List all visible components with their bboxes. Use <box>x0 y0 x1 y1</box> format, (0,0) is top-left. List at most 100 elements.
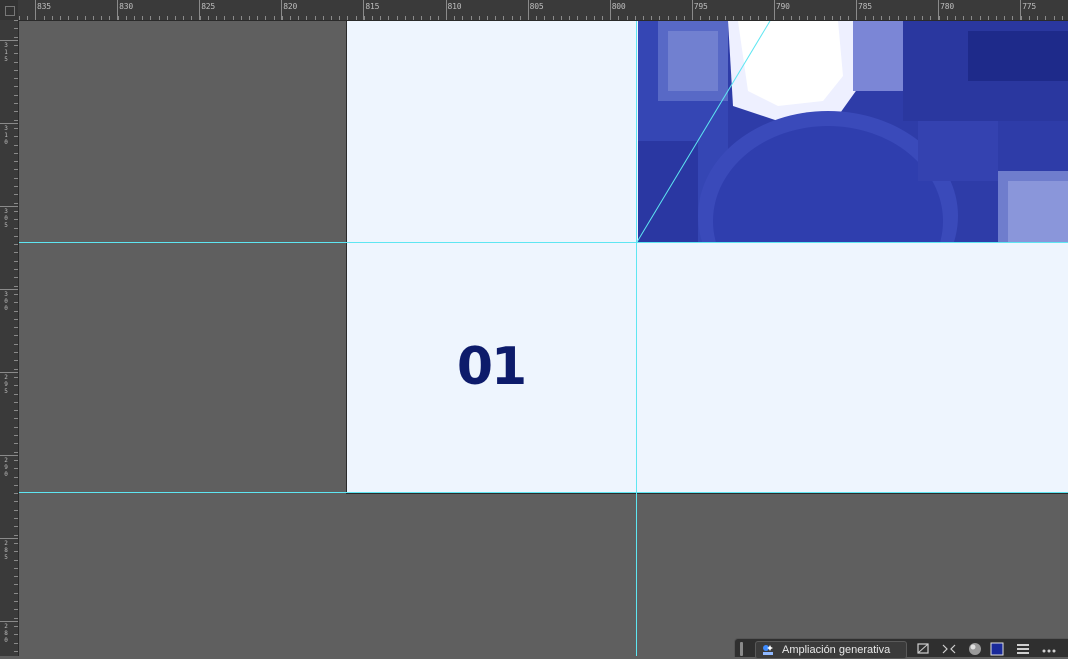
ruler-tick <box>618 16 620 20</box>
ruler-tick <box>14 468 18 470</box>
ruler-major-tick <box>0 206 18 207</box>
ruler-tick <box>954 16 956 20</box>
ruler-tick <box>14 376 18 378</box>
ruler-major-tick <box>938 0 940 20</box>
ruler-tick <box>216 16 217 20</box>
ruler-tick <box>14 335 18 337</box>
ruler-tick <box>14 443 18 445</box>
more-icon[interactable] <box>1041 642 1057 656</box>
ruler-tick <box>14 617 18 619</box>
menu-icon[interactable] <box>1015 642 1031 656</box>
ruler-major-tick <box>0 538 18 539</box>
ruler-tick <box>1028 16 1030 20</box>
ruler-tick <box>14 53 18 55</box>
ruler-tick <box>14 227 18 229</box>
ruler-tick <box>14 136 18 138</box>
ruler-tick <box>314 16 316 20</box>
ruler-tick <box>142 16 144 20</box>
ruler-tick <box>14 318 18 320</box>
ruler-tick <box>700 16 702 20</box>
ruler-tick <box>503 16 505 20</box>
ruler-tick <box>14 625 18 627</box>
ruler-tick <box>14 418 18 420</box>
ruler-tick <box>14 410 18 412</box>
ruler-tick <box>14 401 18 403</box>
transform-icon[interactable] <box>941 642 957 656</box>
ruler-tick <box>14 252 18 254</box>
task-bar-drag-handle[interactable] <box>740 642 743 656</box>
ruler-tick <box>1004 16 1006 20</box>
ruler-label: 805 <box>529 2 544 11</box>
ruler-major-tick <box>527 0 529 20</box>
ruler-tick <box>766 16 768 20</box>
ruler-tick <box>14 650 18 652</box>
ruler-tick <box>273 16 275 20</box>
ruler-tick <box>454 16 456 20</box>
ruler-tick <box>14 269 18 270</box>
ruler-tick <box>14 202 18 204</box>
ruler-tick <box>799 16 800 20</box>
ruler-major-tick <box>0 40 18 41</box>
crop-icon[interactable] <box>915 642 931 656</box>
ruler-tick <box>14 169 18 171</box>
generative-expand-button[interactable]: Ampliación generativa <box>755 641 907 659</box>
ruler-tick <box>14 127 18 129</box>
ruler-tick <box>14 592 18 594</box>
color-swatch-icon[interactable] <box>989 642 1005 656</box>
ruler-label: 830 <box>119 2 133 11</box>
ruler-tick <box>380 16 382 20</box>
ruler-tick <box>101 16 103 20</box>
ruler-tick <box>322 16 324 20</box>
ruler-tick <box>14 551 18 553</box>
ruler-label: 2 9 5 <box>4 374 8 395</box>
ruler-tick <box>536 16 538 20</box>
ruler-tick <box>437 16 439 20</box>
ruler-tick <box>150 16 152 20</box>
ruler-tick <box>14 567 18 569</box>
ruler-tick <box>14 111 18 113</box>
ruler-tick <box>14 119 18 121</box>
ruler-tick <box>19 16 20 20</box>
ruler-tick <box>963 16 965 20</box>
ruler-tick <box>109 16 111 20</box>
ruler-major-tick <box>609 0 611 20</box>
ruler-origin-corner[interactable] <box>0 0 18 20</box>
ruler-tick <box>306 16 308 20</box>
ruler-tick <box>905 16 907 20</box>
ruler-tick <box>971 16 973 20</box>
ruler-tick <box>14 235 18 237</box>
ruler-tick <box>716 16 718 20</box>
ruler-tick <box>872 16 874 20</box>
ruler-tick <box>232 16 234 20</box>
ruler-tick <box>626 16 628 20</box>
ruler-tick <box>725 16 727 20</box>
ruler-tick <box>14 634 18 636</box>
contextual-task-bar[interactable]: Ampliación generativa <box>734 638 1068 659</box>
ruler-tick <box>511 16 513 20</box>
ruler-tick <box>14 393 18 395</box>
ruler-tick <box>421 16 423 20</box>
horizontal-ruler[interactable]: 835 830 825 820 815 810 805 800 795 790 785 780 775 <box>0 0 1068 21</box>
ruler-tick <box>913 16 915 20</box>
vertical-ruler[interactable]: 3 1 5 3 1 0 3 0 5 3 0 0 2 9 5 2 9 0 2 8 5 2 8 0 <box>0 20 19 656</box>
step-number-text[interactable]: 01 <box>346 337 636 397</box>
ruler-tick <box>133 16 135 20</box>
ruler-origin-icon <box>5 6 15 16</box>
ruler-tick <box>708 16 710 20</box>
ruler-tick <box>125 16 127 20</box>
ruler-label: 790 <box>775 2 790 11</box>
ruler-tick <box>339 16 341 20</box>
ruler-tick <box>14 61 18 63</box>
ruler-tick <box>14 186 18 187</box>
ruler-tick <box>684 16 685 20</box>
sphere-icon[interactable] <box>967 642 983 656</box>
ruler-tick <box>14 144 18 146</box>
ruler-label: 780 <box>940 2 954 11</box>
ruler-tick <box>889 16 891 20</box>
ruler-tick <box>14 103 18 104</box>
ruler-tick <box>749 16 751 20</box>
ruler-tick <box>667 16 669 20</box>
ruler-tick <box>560 16 562 20</box>
ruler-tick <box>651 16 653 20</box>
ruler-major-tick <box>0 621 18 622</box>
